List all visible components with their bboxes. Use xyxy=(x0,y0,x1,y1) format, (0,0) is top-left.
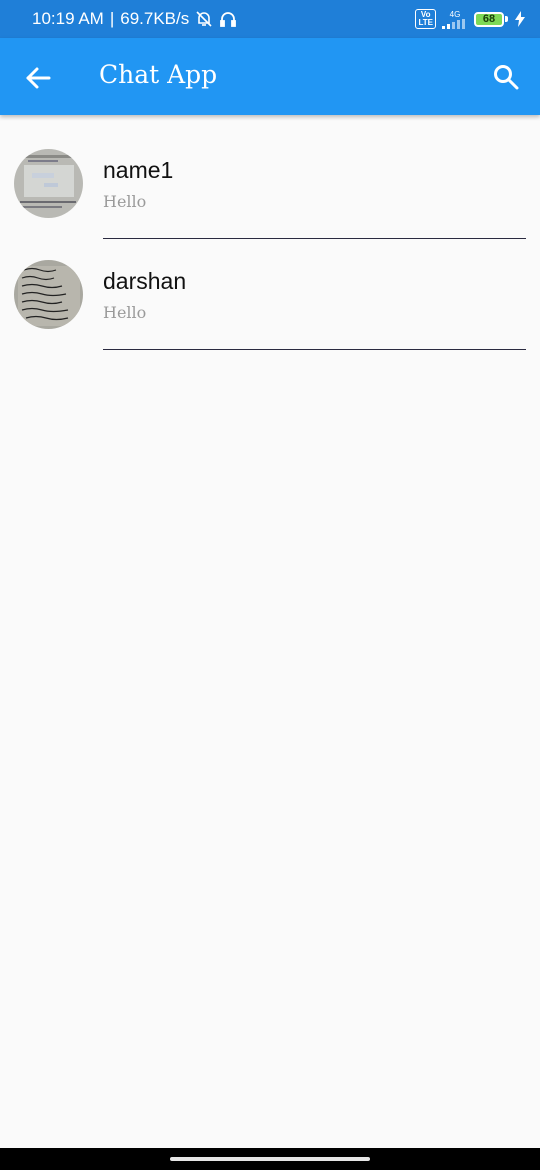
network-indicator: 4G xyxy=(442,10,468,29)
chat-name: darshan xyxy=(103,268,187,294)
chat-list: name1 Hello darshan Hello xyxy=(0,115,540,350)
headphones-icon xyxy=(219,10,237,28)
avatar[interactable] xyxy=(14,260,83,329)
avatar[interactable] xyxy=(14,149,83,218)
battery-level: 68 xyxy=(474,11,504,27)
status-right: Vo LTE 4G 68 xyxy=(415,9,526,29)
status-separator: | xyxy=(109,9,115,28)
battery-tip xyxy=(505,16,508,22)
status-time: 10:19 AM xyxy=(32,9,104,28)
status-left: 10:19 AM | 69.7KB/s xyxy=(32,9,237,29)
network-type: 4G xyxy=(449,9,461,19)
charging-icon xyxy=(514,11,526,27)
muted-bell-icon xyxy=(195,10,213,28)
back-button[interactable] xyxy=(24,64,52,92)
search-button[interactable] xyxy=(492,63,520,91)
system-nav-bar xyxy=(0,1148,540,1170)
page-title: Chat App xyxy=(99,60,218,89)
status-net-speed: 69.7KB/s xyxy=(120,9,190,28)
home-indicator[interactable] xyxy=(170,1157,370,1161)
chat-name: name1 xyxy=(103,157,174,183)
divider xyxy=(103,349,526,350)
search-icon xyxy=(494,65,519,90)
app-bar: Chat App xyxy=(0,38,540,115)
arrow-left-icon xyxy=(26,67,51,89)
chat-preview: Hello xyxy=(103,192,147,211)
signal-icon xyxy=(442,18,465,29)
battery-icon: 68 xyxy=(474,11,508,27)
chat-list-item[interactable]: darshan Hello xyxy=(0,226,540,350)
volte-badge: Vo LTE xyxy=(415,9,436,29)
chat-list-item[interactable]: name1 Hello xyxy=(0,115,540,239)
status-bar: 10:19 AM | 69.7KB/s Vo LTE 4G 68 xyxy=(0,0,540,38)
chat-preview: Hello xyxy=(103,303,147,322)
